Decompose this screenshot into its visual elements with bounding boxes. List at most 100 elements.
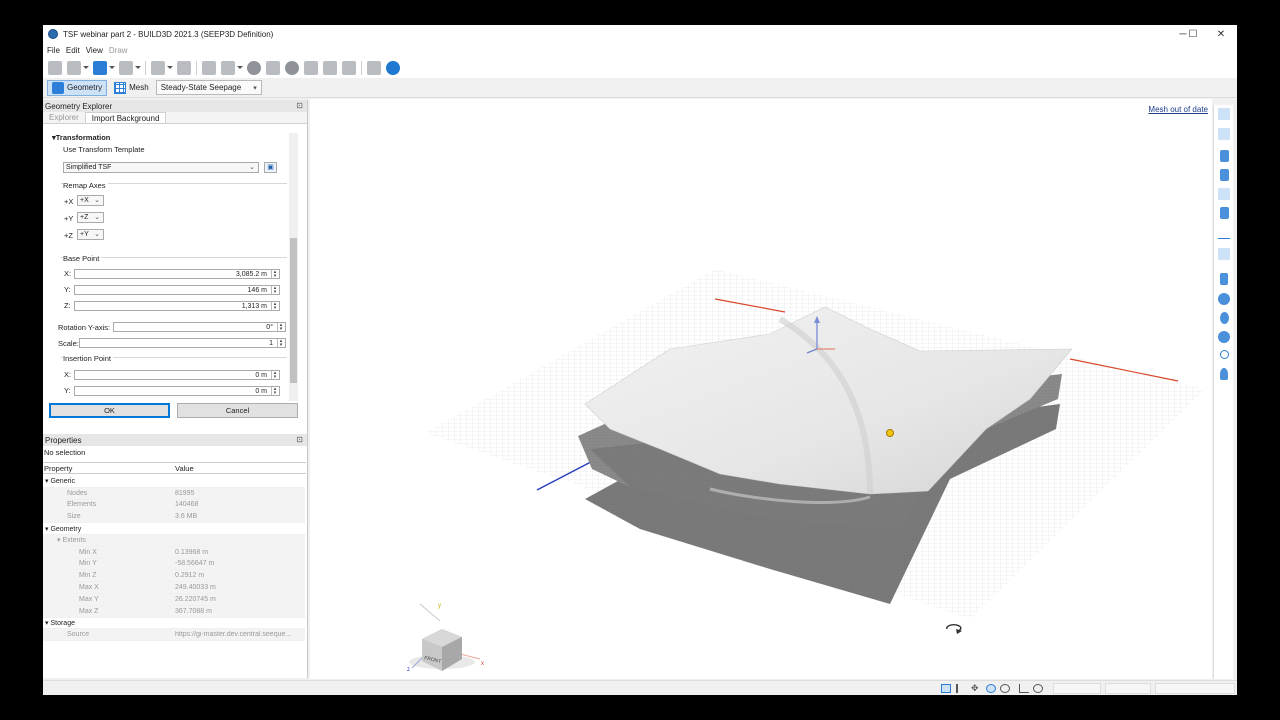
mesh-mode-button[interactable]: Mesh bbox=[110, 80, 153, 96]
box-icon[interactable] bbox=[304, 60, 318, 75]
table-row[interactable]: Max Z 367.7088 m bbox=[43, 605, 305, 618]
base-z-field[interactable]: 1,313 m ▴ ▾ bbox=[74, 301, 280, 311]
pan-icon[interactable]: ✥ bbox=[971, 684, 981, 693]
close-button[interactable]: ✕ bbox=[1207, 25, 1235, 43]
remap-y-select[interactable]: +Z ⌄ bbox=[77, 212, 104, 223]
insertion-x-field[interactable]: 0 m ▴ ▾ bbox=[74, 370, 280, 380]
group-generic[interactable]: ▾ Generic bbox=[43, 476, 305, 488]
view-cube[interactable]: FRONT y x z bbox=[407, 603, 484, 673]
shaded-mode-icon[interactable] bbox=[1218, 293, 1230, 305]
grid-view-icon[interactable] bbox=[1218, 248, 1230, 260]
tab-explorer[interactable]: Explorer bbox=[43, 112, 85, 123]
render-mode-icon[interactable] bbox=[1220, 273, 1228, 285]
table-row[interactable]: Min Y -58.56647 m bbox=[43, 558, 305, 571]
explorer-scrollbar[interactable] bbox=[289, 133, 298, 401]
table-row[interactable]: Source https://gi-master.dev.central.seeq… bbox=[43, 629, 305, 642]
maximize-button[interactable]: ☐ bbox=[1179, 25, 1207, 43]
light-icon[interactable] bbox=[1220, 368, 1228, 380]
chevron-down-icon[interactable] bbox=[109, 66, 115, 69]
table-row[interactable]: Max Y 26.220745 m bbox=[43, 593, 305, 606]
property-column-header[interactable]: Property bbox=[43, 464, 175, 473]
value-column-header[interactable]: Value bbox=[175, 464, 194, 473]
sphere-mode-icon[interactable] bbox=[1218, 331, 1230, 343]
gear-icon[interactable] bbox=[386, 60, 400, 75]
table-row[interactable]: Nodes 81995 bbox=[43, 487, 305, 500]
zoom-extents-icon[interactable] bbox=[1033, 684, 1043, 693]
remap-z-select[interactable]: +Y ⌄ bbox=[77, 229, 104, 240]
table-row[interactable]: Elements 140468 bbox=[43, 499, 305, 512]
save-template-icon[interactable]: ▣ bbox=[264, 162, 277, 173]
spinner-icon[interactable]: ▴ ▾ bbox=[271, 286, 278, 295]
menu-file[interactable]: File bbox=[47, 46, 60, 55]
front-view-icon[interactable] bbox=[1220, 150, 1229, 162]
move-tool-icon[interactable] bbox=[93, 60, 107, 75]
menu-edit[interactable]: Edit bbox=[66, 46, 80, 55]
transformation-header[interactable]: ▾Transformation bbox=[52, 133, 110, 142]
spinner-icon[interactable]: ▴ ▾ bbox=[277, 339, 284, 348]
delete-geometry-icon[interactable] bbox=[342, 60, 356, 75]
table-row[interactable]: Min Z 0.2912 m bbox=[43, 570, 305, 583]
grid-snap-icon[interactable] bbox=[941, 684, 951, 693]
3d-viewport[interactable]: Mesh out of date FRONT y x z bbox=[310, 99, 1212, 679]
tab-import-background[interactable]: Import Background bbox=[84, 112, 167, 123]
analysis-select[interactable]: Steady-State Seepage ▾ bbox=[155, 80, 262, 95]
table-row[interactable]: Min X 0.13968 m bbox=[43, 546, 305, 559]
remap-x-select[interactable]: +X ⌄ bbox=[77, 195, 104, 206]
measure-icon[interactable] bbox=[1019, 684, 1029, 693]
insertion-y-field[interactable]: 0 m ▴ ▾ bbox=[74, 386, 280, 396]
flag-icon[interactable] bbox=[48, 60, 62, 75]
axis-tool-icon[interactable] bbox=[177, 60, 191, 75]
side-view-icon[interactable] bbox=[1220, 169, 1229, 181]
group-extents[interactable]: ▾ Extents bbox=[43, 534, 305, 547]
table-row[interactable]: Size 3.6 MB bbox=[43, 511, 305, 524]
pin-icon[interactable]: ⊡ bbox=[296, 435, 303, 444]
wireframe-mode-icon[interactable] bbox=[1220, 312, 1229, 324]
pin-icon[interactable]: ⊡ bbox=[296, 101, 303, 110]
model-view[interactable]: FRONT y x z bbox=[310, 99, 1212, 679]
geometry-mode-button[interactable]: Geometry bbox=[47, 79, 108, 96]
base-y-field[interactable]: 146 m ▴ ▾ bbox=[74, 285, 280, 295]
spinner-icon[interactable]: ▴ ▾ bbox=[277, 323, 284, 332]
rotation-field[interactable]: 0° ▴ ▾ bbox=[113, 322, 286, 332]
ok-button[interactable]: OK bbox=[49, 403, 170, 418]
chevron-down-icon[interactable] bbox=[167, 66, 173, 69]
zoom-icon[interactable] bbox=[1000, 684, 1010, 693]
menu-draw[interactable]: Draw bbox=[109, 46, 128, 55]
spinner-icon[interactable]: ▴ ▾ bbox=[271, 371, 278, 380]
sphere-icon[interactable] bbox=[285, 60, 299, 75]
orbit-icon[interactable] bbox=[986, 684, 996, 693]
gear-shape-icon[interactable] bbox=[247, 60, 261, 75]
extrude-tool-icon[interactable] bbox=[221, 60, 235, 75]
surface-tool-icon[interactable] bbox=[202, 60, 216, 75]
axis-view-icon[interactable] bbox=[1218, 227, 1230, 239]
group-storage[interactable]: ▾ Storage bbox=[43, 618, 305, 630]
solid-cube-icon[interactable] bbox=[266, 60, 280, 75]
layer-view-icon[interactable] bbox=[1218, 188, 1230, 200]
pointer-tool-icon[interactable] bbox=[67, 60, 81, 75]
settings-grid-icon[interactable] bbox=[367, 60, 381, 75]
scrollbar-thumb[interactable] bbox=[290, 238, 297, 383]
sketch-tool-icon[interactable] bbox=[151, 60, 165, 75]
boolean-icon[interactable] bbox=[323, 60, 337, 75]
chevron-down-icon[interactable] bbox=[83, 66, 89, 69]
template-select[interactable]: Simplified TSF ⌄ bbox=[63, 162, 259, 173]
cancel-button[interactable]: Cancel bbox=[177, 403, 298, 418]
view-top-icon[interactable] bbox=[1218, 108, 1230, 120]
pivot-point[interactable] bbox=[886, 429, 894, 437]
group-geometry[interactable]: ▾ Geometry bbox=[43, 523, 305, 535]
search-icon[interactable] bbox=[1220, 350, 1229, 359]
iso-view-icon[interactable] bbox=[1220, 207, 1229, 219]
base-x-field[interactable]: 3,085.2 m ▴ ▾ bbox=[74, 269, 280, 279]
spinner-icon[interactable]: ▴ ▾ bbox=[271, 387, 278, 396]
select-cursor-icon[interactable] bbox=[956, 684, 966, 693]
spinner-icon[interactable]: ▴ ▾ bbox=[271, 270, 278, 279]
menu-view[interactable]: View bbox=[86, 46, 103, 55]
curve-view-icon[interactable] bbox=[1218, 128, 1230, 140]
table-row[interactable]: Max X 249.40033 m bbox=[43, 582, 305, 594]
chevron-down-icon[interactable] bbox=[237, 66, 243, 69]
grid-tool-icon[interactable] bbox=[119, 60, 133, 75]
scale-field[interactable]: 1 ▴ ▾ bbox=[79, 338, 286, 348]
spinner-icon[interactable]: ▴ ▾ bbox=[271, 302, 278, 311]
chevron-down-icon[interactable] bbox=[135, 66, 141, 69]
cube-axis-y-label: y bbox=[438, 603, 441, 609]
